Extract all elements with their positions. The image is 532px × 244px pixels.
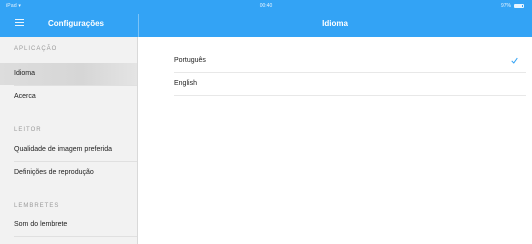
sidebar-item-qualidade-imagem[interactable]: Qualidade de imagem preferida xyxy=(0,139,137,161)
sidebar-item-acerca[interactable]: Acerca xyxy=(0,86,137,108)
settings-app: iPad ▾ 00:40 97% Configurações Idioma AP… xyxy=(0,0,532,244)
sidebar-item-som-lembrete[interactable]: Som do lembrete xyxy=(0,214,137,236)
sidebar: APLICAÇÃO Idioma Acerca LEITOR Qualidade… xyxy=(0,37,138,244)
divider xyxy=(14,236,137,237)
top-bar: iPad ▾ 00:40 97% Configurações Idioma xyxy=(0,0,532,37)
battery-icon xyxy=(514,4,524,8)
sidebar-item-idioma[interactable]: Idioma xyxy=(0,63,137,85)
language-label: Português xyxy=(174,57,206,64)
language-label: English xyxy=(174,80,197,87)
status-battery: 97% xyxy=(501,3,524,9)
sidebar-item-definicoes-reproducao[interactable]: Definições de reprodução xyxy=(0,162,137,184)
language-option-english[interactable]: English xyxy=(138,73,532,95)
section-header-lembretes: LEMBRETES xyxy=(14,203,60,209)
status-time: 00:40 xyxy=(259,3,273,9)
language-option-portugues[interactable]: Português xyxy=(138,50,532,72)
language-panel: Português English xyxy=(138,37,532,244)
checkmark-icon xyxy=(511,57,518,64)
section-header-leitor: LEITOR xyxy=(14,127,42,133)
divider xyxy=(174,95,526,96)
sidebar-title: Configurações xyxy=(47,19,104,28)
page-title: Idioma xyxy=(322,19,348,28)
section-header-aplicacao: APLICAÇÃO xyxy=(14,46,58,52)
battery-percent: 97% xyxy=(500,3,511,9)
